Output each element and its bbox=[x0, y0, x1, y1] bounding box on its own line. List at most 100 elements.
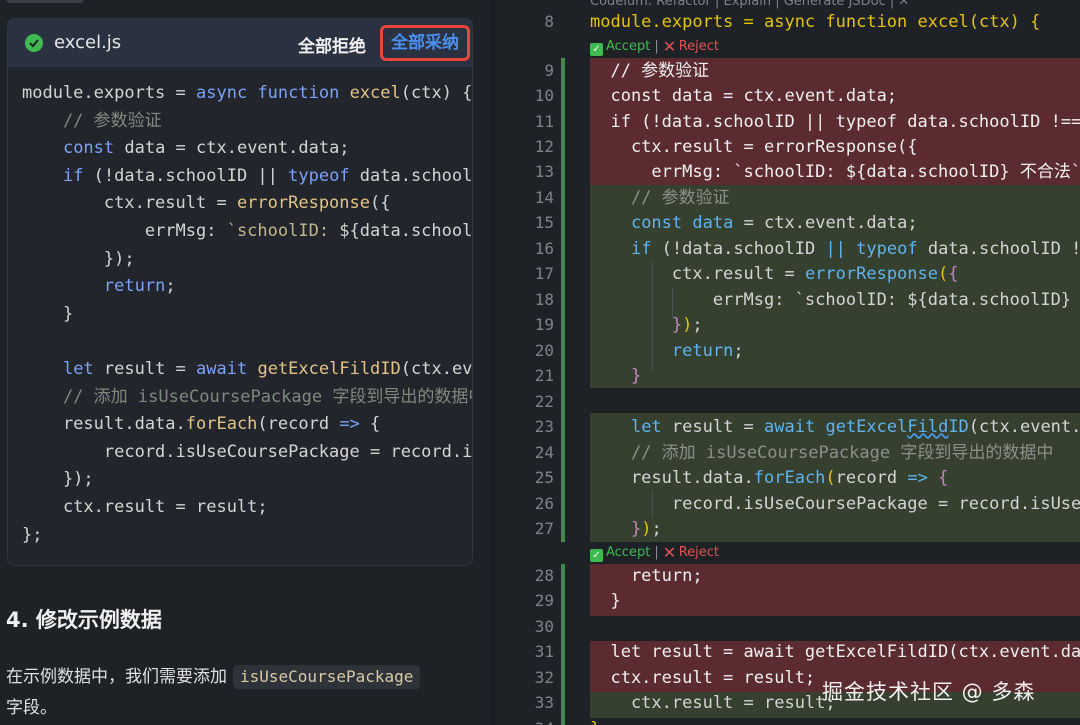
line-number: 12 bbox=[534, 137, 554, 156]
line-number: 22 bbox=[534, 392, 554, 411]
code-line: } bbox=[22, 303, 74, 324]
code-line: record.isUseCoursePackage = record.isUse bbox=[22, 441, 472, 462]
accept-check-icon: ✓ bbox=[590, 549, 603, 562]
line-number: 16 bbox=[534, 239, 554, 258]
code-line: }; bbox=[22, 524, 43, 545]
code-line: // 添加 isUseCoursePackage 字段到导出的数据中 bbox=[590, 443, 1054, 463]
line-number: 26 bbox=[534, 494, 554, 513]
section-heading: 4. 修改示例数据 bbox=[6, 608, 162, 632]
line-number: 14 bbox=[534, 188, 554, 207]
gutter-change-marker bbox=[561, 58, 565, 542]
separator: | bbox=[654, 39, 659, 54]
inline-code: isUseCoursePackage bbox=[233, 665, 421, 689]
code-line: module.exports = async function excel(ct… bbox=[22, 83, 472, 103]
line-number: 18 bbox=[534, 290, 554, 309]
code-line: errMsg: `schoolID: ${data.schoolID} bbox=[22, 220, 472, 241]
top-tab-stub bbox=[6, 0, 84, 3]
file-name: excel.js bbox=[54, 32, 122, 53]
code-line: // 参数验证 bbox=[590, 61, 710, 81]
code-line: module.exports = async function excel(ct… bbox=[590, 12, 1041, 32]
code-line: const data = ctx.event.data; bbox=[630, 213, 918, 233]
code-line: } bbox=[590, 591, 621, 611]
line-number: 25 bbox=[534, 468, 554, 487]
code-line: return; bbox=[590, 566, 703, 586]
paragraph: 在示例数据中，我们需要添加 isUseCoursePackage bbox=[6, 662, 421, 689]
code-line: if (!data.schoolID || typeof data.school… bbox=[590, 112, 1080, 132]
reject-label: Reject bbox=[678, 39, 720, 54]
line-number: 19 bbox=[534, 315, 554, 334]
paragraph-text: 在示例数据中，我们需要添加 bbox=[6, 667, 227, 687]
reject-all-button[interactable]: 全部拒绝 bbox=[298, 32, 366, 57]
code-line: result.data.forEach(record => { bbox=[590, 468, 949, 488]
paragraph-continuation: 字段。 bbox=[6, 698, 57, 718]
code-card-header: excel.js 全部拒绝 全部采纳 bbox=[8, 19, 472, 67]
code-line: ctx.result = errorResponse({ bbox=[590, 137, 918, 157]
code-diff-card: excel.js 全部拒绝 全部采纳 module.exports = asyn… bbox=[7, 18, 473, 566]
code-line: return; bbox=[103, 276, 176, 297]
line-number: 33 bbox=[534, 693, 554, 712]
reject-link[interactable]: ✕ Reject bbox=[662, 543, 720, 562]
accept-link[interactable]: ✓ Accept bbox=[590, 545, 651, 562]
line-number: 8 bbox=[544, 12, 554, 31]
codeium-hint[interactable]: Codeium: Refactor | Explain | Generate J… bbox=[590, 0, 909, 9]
line-number: 24 bbox=[534, 443, 554, 462]
editor-panel: Codeium: Refactor | Explain | Generate J… bbox=[500, 0, 1080, 725]
code-block: module.exports = async function excel(ct… bbox=[22, 80, 472, 549]
check-circle-icon bbox=[25, 34, 43, 52]
line-number: 28 bbox=[534, 566, 554, 585]
line-number: 20 bbox=[534, 341, 554, 360]
code-line: const data = ctx.event.data; bbox=[590, 86, 898, 106]
reject-x-icon: ✕ bbox=[662, 37, 677, 56]
accept-reject-bar: ✓ Accept | ✕ Reject bbox=[590, 543, 720, 562]
code-line: }); bbox=[22, 469, 94, 490]
reject-link[interactable]: ✕ Reject bbox=[662, 37, 720, 56]
line-number: 11 bbox=[534, 112, 554, 131]
code-line: if (!data.schoolID || typeof data.school… bbox=[630, 239, 1080, 259]
line-number: 27 bbox=[534, 519, 554, 538]
line-number: 30 bbox=[534, 617, 554, 636]
reject-x-icon: ✕ bbox=[662, 543, 677, 562]
accept-all-button[interactable]: 全部采纳 bbox=[380, 25, 470, 61]
accept-check-icon: ✓ bbox=[590, 43, 603, 56]
reject-label: Reject bbox=[678, 545, 720, 560]
line-number: 29 bbox=[534, 591, 554, 610]
code-line: errMsg: `schoolID: ${data.schoolID} bbox=[590, 290, 1072, 310]
code-line: }); bbox=[671, 315, 703, 335]
accept-link[interactable]: ✓ Accept bbox=[590, 39, 651, 56]
code-line: // 参数验证 bbox=[22, 110, 162, 131]
separator: | bbox=[654, 545, 659, 560]
accept-label: Accept bbox=[606, 545, 651, 560]
chat-panel: excel.js 全部拒绝 全部采纳 module.exports = asyn… bbox=[0, 0, 490, 725]
code-line: let result = await getExcelFildID(ctx.ev… bbox=[590, 642, 1080, 662]
code-line: }); bbox=[22, 248, 135, 269]
code-line: ctx.result = result; bbox=[590, 668, 816, 688]
code-line: errMsg: `schoolID: ${data.schoolID} 不合法` bbox=[590, 162, 1080, 182]
code-line: // 参数验证 bbox=[590, 188, 730, 208]
line-number: 34 bbox=[500, 719, 554, 725]
line-number: 21 bbox=[534, 366, 554, 385]
line-number: 31 bbox=[534, 642, 554, 661]
code-line: let result = await getExcelFildID(ctx.ev… bbox=[630, 417, 1080, 437]
line-number: 17 bbox=[534, 264, 554, 283]
code-line: if (!data.schoolID || typeof data.school… bbox=[62, 165, 472, 186]
code-line: }); bbox=[630, 519, 662, 539]
code-line: ctx.result = result; bbox=[22, 496, 268, 517]
code-line: ctx.result = errorResponse({ bbox=[22, 193, 391, 214]
watermark: 掘金技术社区 @ 多森 bbox=[822, 680, 1036, 704]
gutter-change-marker bbox=[561, 564, 565, 725]
line-number: 15 bbox=[534, 213, 554, 232]
code-line: } bbox=[630, 366, 642, 386]
code-line: ctx.result = errorResponse({ bbox=[590, 264, 959, 284]
code-line: return; bbox=[671, 341, 744, 361]
line-number: 32 bbox=[534, 668, 554, 687]
code-line: const data = ctx.event.data; bbox=[62, 138, 350, 159]
line-number: 9 bbox=[544, 61, 554, 80]
code-line: }; bbox=[590, 717, 610, 725]
line-number: 23 bbox=[534, 417, 554, 436]
code-line: result.data.forEach(record => { bbox=[22, 414, 381, 435]
code-line: ctx.result = result; bbox=[590, 693, 836, 713]
line-number: 13 bbox=[534, 162, 554, 181]
accept-label: Accept bbox=[606, 39, 651, 54]
code-line: // 添加 isUseCoursePackage 字段到导出的数据中 bbox=[22, 386, 472, 407]
